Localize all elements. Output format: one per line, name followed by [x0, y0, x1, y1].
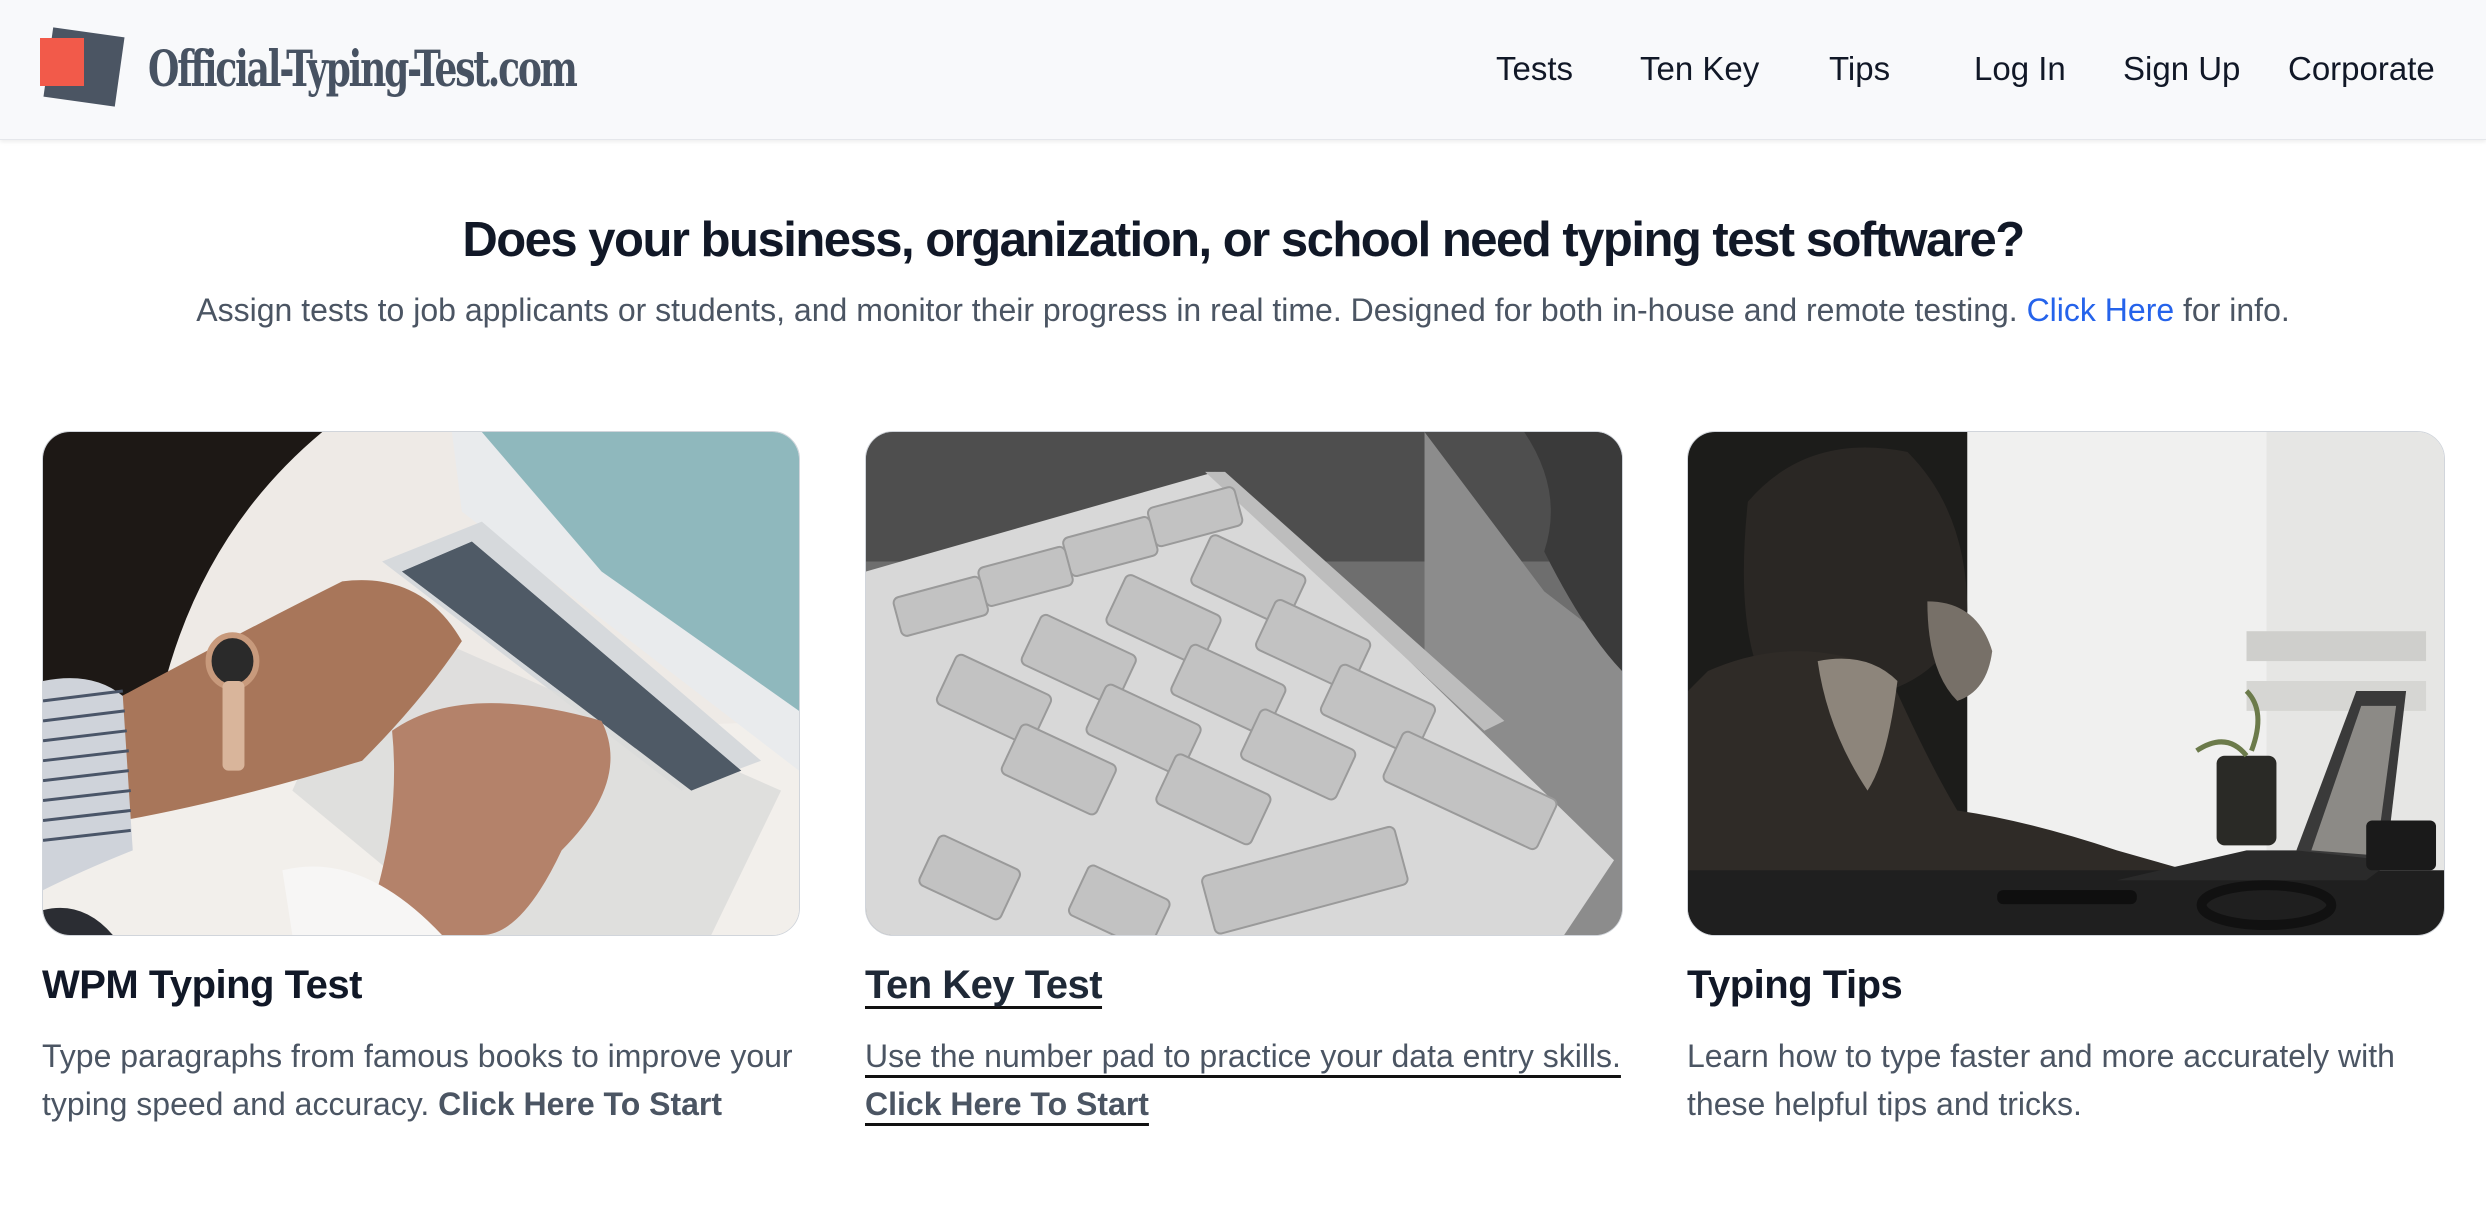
card-ten-key-test[interactable]: Ten Key Test Use the number pad to pract… — [865, 431, 1623, 1128]
corporate-info-link[interactable]: Click Here — [2027, 292, 2175, 328]
nav-log-in[interactable]: Log In — [1974, 50, 2066, 88]
card-title-text[interactable]: Ten Key Test — [865, 963, 1103, 1007]
number-pad-image[interactable] — [865, 431, 1623, 936]
site-logo[interactable]: Official-Typing-Test.com — [40, 27, 742, 108]
hero-subtitle-end: for info. — [2183, 292, 2290, 328]
card-description[interactable]: Use the number pad to practice your data… — [865, 1032, 1623, 1128]
nav-tips[interactable]: Tips — [1829, 50, 1890, 88]
start-ten-key-test-link[interactable]: Click Here To Start — [865, 1086, 1149, 1122]
typing-hands-image[interactable] — [42, 431, 800, 936]
logo-text: Official-Typing-Test.com — [148, 38, 578, 98]
card-title[interactable]: Typing Tips — [1687, 960, 2445, 1010]
card-title[interactable]: WPM Typing Test — [42, 960, 800, 1010]
hero-title: Does your business, organization, or sch… — [462, 213, 2025, 267]
nav-tests[interactable]: Tests — [1496, 50, 1573, 88]
typing-tips-image[interactable] — [1687, 431, 2445, 936]
nav-ten-key[interactable]: Ten Key — [1640, 50, 1759, 88]
card-description: Learn how to type faster and more accura… — [1687, 1038, 2395, 1122]
card-typing-tips[interactable]: Typing Tips Learn how to type faster and… — [1687, 431, 2445, 1128]
start-wpm-test-link[interactable]: Click Here To Start — [438, 1086, 722, 1122]
nav-corporate[interactable]: Corporate — [2288, 50, 2435, 88]
card-wpm-typing-test[interactable]: WPM Typing Test Type paragraphs from fam… — [42, 431, 800, 1128]
hero-subtitle: Assign tests to job applicants or studen… — [0, 292, 2486, 329]
logo-icon — [40, 27, 126, 108]
card-title[interactable]: Ten Key Test — [865, 960, 1623, 1010]
card-description-text[interactable]: Use the number pad to practice your data… — [865, 1038, 1621, 1074]
site-header: Official-Typing-Test.com Tests Ten Key T… — [0, 0, 2486, 140]
nav-sign-up[interactable]: Sign Up — [2123, 50, 2240, 88]
card-description: Type paragraphs from famous books to imp… — [42, 1032, 800, 1128]
start-ten-key-test-label[interactable]: Click Here To Start — [865, 1086, 1149, 1122]
hero-subtitle-text: Assign tests to job applicants or studen… — [196, 292, 2018, 328]
